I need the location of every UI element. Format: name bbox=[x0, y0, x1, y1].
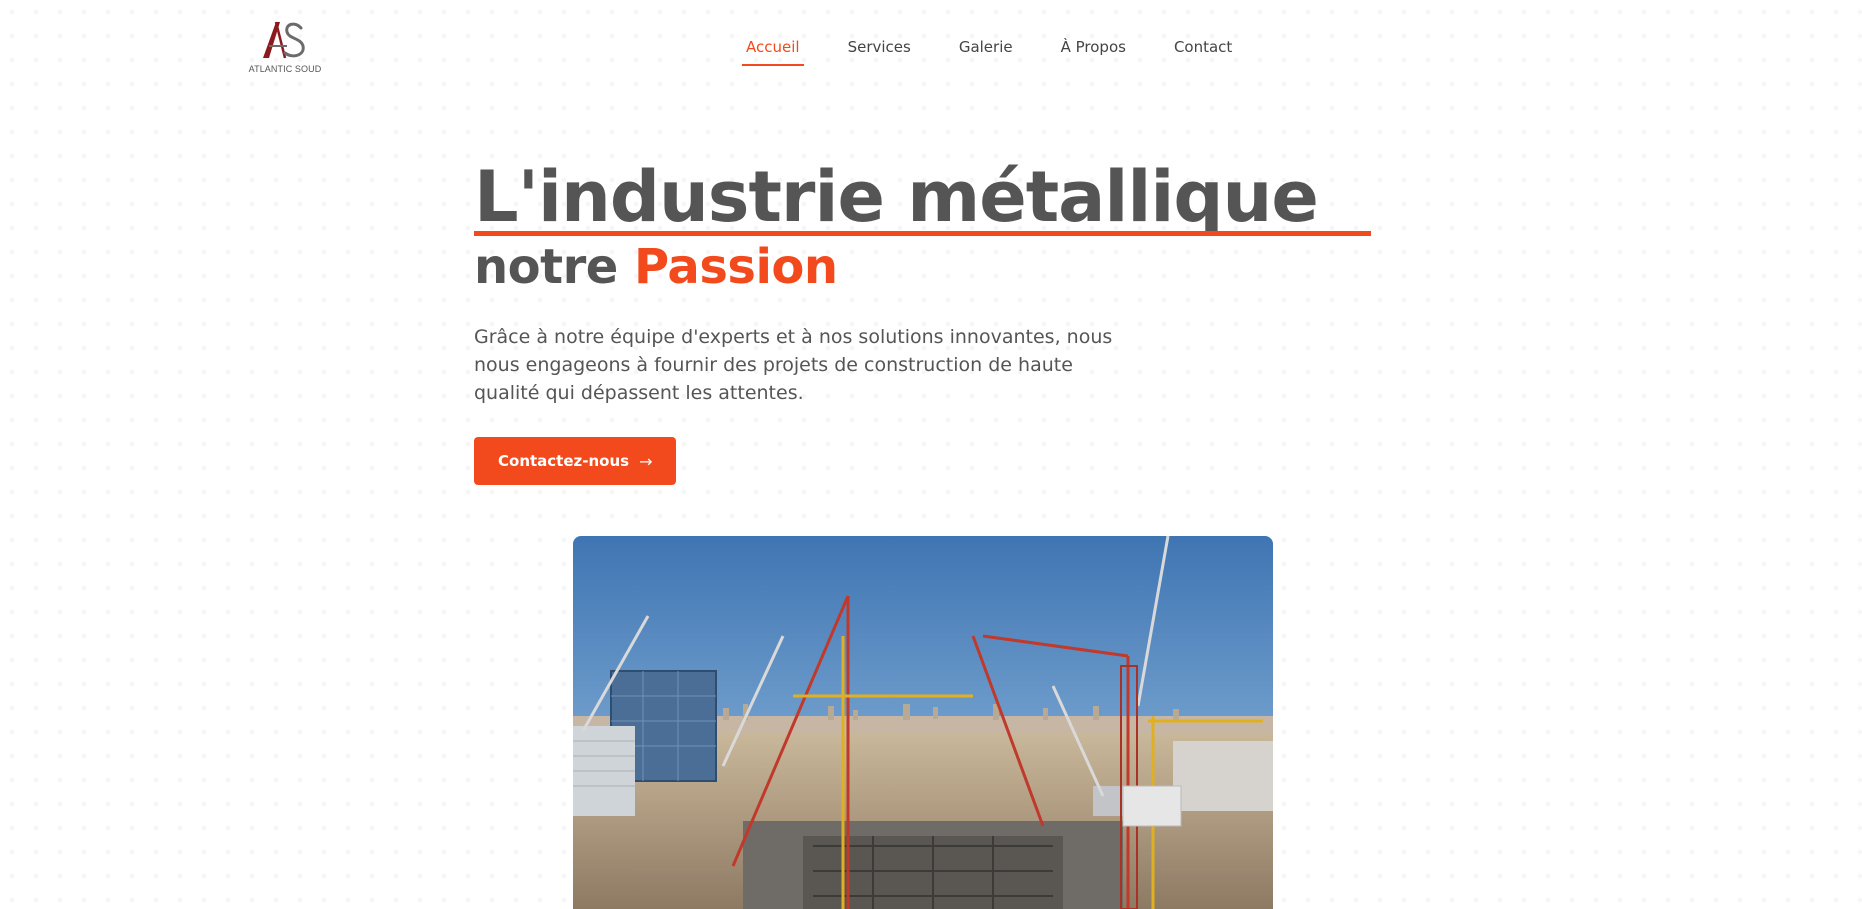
nav-item-a-propos[interactable]: À Propos bbox=[1057, 36, 1130, 66]
hero-subtitle: notre Passion bbox=[474, 239, 1394, 295]
construction-photo bbox=[573, 536, 1273, 909]
main-nav: Accueil Services Galerie À Propos Contac… bbox=[742, 36, 1236, 70]
hero-section: L'industrie métallique notre Passion Grâ… bbox=[474, 150, 1394, 486]
arrow-right-icon: → bbox=[639, 451, 653, 471]
subtitle-accent: Passion bbox=[634, 239, 838, 295]
nav-item-accueil[interactable]: Accueil bbox=[742, 36, 804, 66]
hero-title: L'industrie métallique bbox=[474, 150, 1394, 238]
atlantic-soud-logo[interactable]: ATLANTIC SOUD bbox=[245, 18, 325, 76]
logo-text: ATLANTIC SOUD bbox=[248, 64, 322, 74]
nav-item-contact[interactable]: Contact bbox=[1170, 36, 1236, 66]
subtitle-prefix: notre bbox=[474, 239, 635, 295]
logo-mark-icon bbox=[263, 21, 305, 59]
hero-description: Grâce à notre équipe d'experts et à nos … bbox=[474, 326, 1113, 405]
contact-button[interactable]: Contactez-nous → bbox=[474, 437, 677, 486]
site-header: ATLANTIC SOUD Accueil Services Galerie À… bbox=[0, 0, 1862, 100]
nav-item-services[interactable]: Services bbox=[844, 36, 915, 66]
hero-title-text: L'industrie métallique bbox=[474, 156, 1319, 238]
title-underline bbox=[474, 231, 1371, 236]
contact-button-label: Contactez-nous bbox=[498, 452, 630, 471]
construction-site-image bbox=[573, 536, 1273, 909]
nav-item-galerie[interactable]: Galerie bbox=[955, 36, 1017, 66]
